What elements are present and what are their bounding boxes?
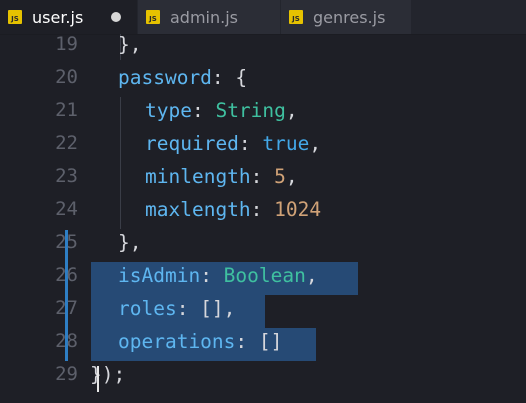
line-number: 29 [55, 363, 78, 385]
code-line-25[interactable]: }, [118, 226, 141, 259]
tab-genres-js[interactable]: JS genres.js [281, 0, 411, 34]
code-punct: : [250, 165, 275, 188]
code-key: type [145, 99, 192, 122]
js-file-icon: JS [289, 10, 303, 24]
line-number: 28 [55, 330, 78, 352]
js-file-icon: JS [8, 10, 22, 24]
code-punct: : [238, 132, 263, 155]
line-number: 19 [55, 33, 78, 55]
line-number: 26 [55, 264, 78, 286]
code-key: minlength [145, 165, 251, 188]
code-key: operations [118, 330, 236, 353]
code-punct: }); [90, 363, 126, 386]
code-key: isAdmin [118, 264, 201, 287]
code-number: 1024 [274, 198, 322, 221]
tab-admin-js[interactable]: JS admin.js [138, 0, 280, 34]
code-punct: : [], [176, 297, 236, 320]
code-key: required [145, 132, 239, 155]
line-number: 20 [55, 66, 78, 88]
code-punct: : [200, 264, 224, 287]
code-number: 5 [274, 165, 286, 188]
tab-bar-empty-area[interactable] [411, 0, 526, 34]
code-punct: , [285, 99, 298, 122]
code-punct: , [285, 165, 298, 188]
tab-label: genres.js [313, 7, 386, 27]
tab-label: user.js [32, 7, 84, 27]
code-punct: , [309, 132, 322, 155]
code-key: roles [118, 297, 177, 320]
code-key: maxlength [145, 198, 251, 221]
line-number: 25 [55, 231, 78, 253]
code-line-24[interactable]: maxlength: 1024 [145, 193, 321, 226]
code-punct: }, [118, 231, 142, 254]
line-number: 21 [55, 99, 78, 121]
tab-label: admin.js [170, 7, 238, 27]
code-editor[interactable]: JS user.js JS admin.js JS genres.js 19 2… [0, 0, 526, 403]
code-line-19[interactable]: }, [118, 28, 141, 61]
code-punct: , [305, 264, 318, 287]
code-type: Boolean [223, 264, 306, 287]
unsaved-dot-icon[interactable] [111, 12, 121, 22]
js-file-icon: JS [146, 10, 160, 24]
line-number: 23 [55, 165, 78, 187]
code-punct: : [191, 99, 216, 122]
tab-bar: JS user.js JS admin.js JS genres.js [0, 0, 526, 35]
code-constant: true [262, 132, 310, 155]
code-line-23[interactable]: minlength: 5, [145, 160, 298, 193]
code-punct: }, [118, 33, 142, 56]
code-punct: : [] [235, 330, 283, 353]
code-key: password [118, 66, 212, 89]
code-line-28[interactable]: operations: [] [118, 325, 282, 358]
code-line-22[interactable]: required: true, [145, 127, 321, 160]
code-line-27[interactable]: roles: [], [118, 292, 235, 325]
code-line-29[interactable]: }); [90, 358, 125, 391]
indent-guide [120, 97, 121, 229]
code-punct: : [250, 198, 275, 221]
code-type: String [215, 99, 286, 122]
line-number: 24 [55, 198, 78, 220]
text-cursor [97, 366, 99, 392]
line-number: 22 [55, 132, 78, 154]
line-number: 27 [55, 297, 78, 319]
code-line-26[interactable]: isAdmin: Boolean, [118, 259, 318, 292]
code-punct: : { [211, 66, 248, 89]
code-line-20[interactable]: password: { [118, 61, 247, 94]
code-line-21[interactable]: type: String, [145, 94, 298, 127]
